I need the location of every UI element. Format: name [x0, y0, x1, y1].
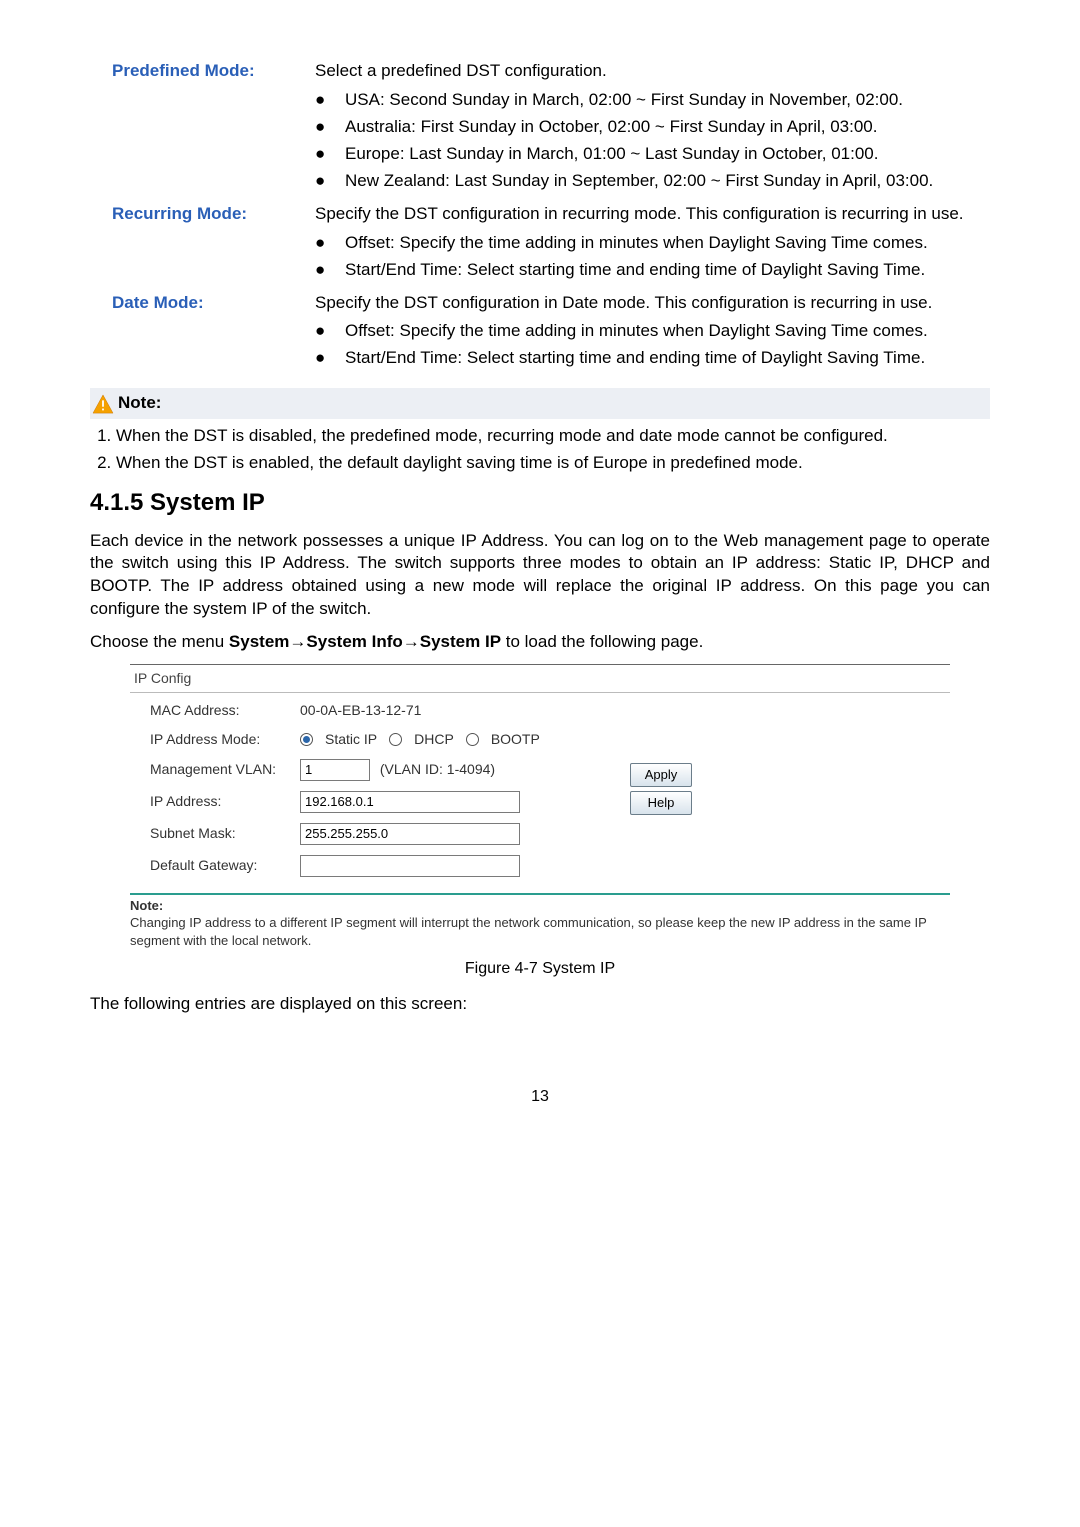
section-heading: 4.1.5 System IP — [90, 487, 990, 519]
bullet-icon: ● — [315, 89, 325, 112]
panel-title: IP Config — [130, 665, 950, 693]
note-title: Note: — [118, 392, 161, 415]
note-item: When the DST is enabled, the default day… — [116, 452, 990, 475]
list-text: New Zealand: Last Sunday in September, 0… — [345, 170, 990, 193]
vlan-field-wrap: (VLAN ID: 1-4094) — [300, 759, 600, 781]
def-term: Recurring Mode: — [90, 203, 295, 286]
gw-input[interactable] — [300, 855, 520, 877]
list-text: Offset: Specify the time adding in minut… — [345, 232, 990, 255]
definition-list: Predefined Mode: Select a predefined DST… — [90, 60, 990, 374]
def-intro: Select a predefined DST configuration. — [315, 60, 990, 83]
radio-static-ip[interactable] — [300, 733, 313, 746]
datemode-list: ● Offset: Specify the time adding in minu… — [315, 320, 990, 370]
panel-body: MAC Address: 00-0A-EB-13-12-71 IP Addres… — [130, 693, 950, 881]
def-term: Predefined Mode: — [90, 60, 295, 197]
list-item: ● Start/End Time: Select starting time an… — [315, 347, 990, 370]
note-list: When the DST is disabled, the predefined… — [90, 425, 990, 475]
def-intro: Specify the DST configuration in Date mo… — [315, 292, 990, 315]
apply-button[interactable]: Apply — [630, 763, 692, 787]
menu-sep: → — [403, 632, 420, 651]
panel-note-heading: Note: — [130, 897, 950, 915]
radio-label: DHCP — [414, 730, 454, 749]
menu-tail: to load the following page. — [501, 632, 703, 651]
radio-label: BOOTP — [491, 730, 540, 749]
list-item: ● Offset: Specify the time adding in minu… — [315, 320, 990, 343]
mask-input[interactable] — [300, 823, 520, 845]
warning-icon — [92, 394, 114, 414]
note-item: When the DST is disabled, the predefined… — [116, 425, 990, 448]
ip-config-panel: IP Config MAC Address: 00-0A-EB-13-12-71… — [130, 664, 950, 895]
gw-label: Default Gateway: — [150, 856, 300, 875]
list-item: ● New Zealand: Last Sunday in September, … — [315, 170, 990, 193]
radio-bootp[interactable] — [466, 733, 479, 746]
note-callout: Note: — [90, 388, 990, 419]
menu-seg: System — [229, 632, 289, 651]
menu-lead: Choose the menu — [90, 632, 229, 651]
bullet-icon: ● — [315, 232, 325, 255]
mac-label: MAC Address: — [150, 701, 300, 720]
mask-label: Subnet Mask: — [150, 824, 300, 843]
radio-label: Static IP — [325, 730, 377, 749]
mode-radio-group: Static IP DHCP BOOTP — [300, 730, 600, 749]
panel-buttons: Apply Help — [630, 763, 692, 815]
bullet-icon: ● — [315, 347, 325, 370]
bullet-icon: ● — [315, 116, 325, 139]
page-number: 13 — [90, 1086, 990, 1108]
bullet-icon: ● — [315, 143, 325, 166]
list-text: Australia: First Sunday in October, 02:0… — [345, 116, 990, 139]
list-item: ● Offset: Specify the time adding in minu… — [315, 232, 990, 255]
panel-note-body: Changing IP address to a different IP se… — [130, 914, 950, 949]
vlan-label: Management VLAN: — [150, 760, 300, 779]
def-intro: Specify the DST configuration in recurri… — [315, 203, 990, 226]
list-text: Offset: Specify the time adding in minut… — [345, 320, 990, 343]
list-text: Start/End Time: Select starting time and… — [345, 347, 990, 370]
def-term: Date Mode: — [90, 292, 295, 375]
list-item: ● USA: Second Sunday in March, 02:00 ~ Fi… — [315, 89, 990, 112]
list-item: ● Australia: First Sunday in October, 02:… — [315, 116, 990, 139]
def-body: Specify the DST configuration in recurri… — [315, 203, 990, 286]
menu-seg: System Info — [306, 632, 402, 651]
recurring-list: ● Offset: Specify the time adding in minu… — [315, 232, 990, 282]
ip-input[interactable] — [300, 791, 520, 813]
help-button[interactable]: Help — [630, 791, 692, 815]
menu-sep: → — [289, 632, 306, 651]
bullet-icon: ● — [315, 259, 325, 282]
figure-caption: Figure 4-7 System IP — [90, 958, 990, 980]
def-body: Select a predefined DST configuration. ●… — [315, 60, 990, 197]
def-row-predefined: Predefined Mode: Select a predefined DST… — [90, 60, 990, 197]
predefined-list: ● USA: Second Sunday in March, 02:00 ~ Fi… — [315, 89, 990, 193]
menu-path-line: Choose the menu System→System Info→Syste… — [90, 631, 990, 654]
ip-label: IP Address: — [150, 792, 300, 811]
list-item: ● Europe: Last Sunday in March, 01:00 ~ L… — [315, 143, 990, 166]
bullet-icon: ● — [315, 320, 325, 343]
def-row-datemode: Date Mode: Specify the DST configuration… — [90, 292, 990, 375]
vlan-input[interactable] — [300, 759, 370, 781]
radio-dhcp[interactable] — [389, 733, 402, 746]
entries-intro: The following entries are displayed on t… — [90, 993, 990, 1016]
mac-value: 00-0A-EB-13-12-71 — [300, 701, 600, 720]
vlan-hint: (VLAN ID: 1-4094) — [380, 761, 495, 777]
bullet-icon: ● — [315, 170, 325, 193]
mode-label: IP Address Mode: — [150, 730, 300, 749]
list-text: Europe: Last Sunday in March, 01:00 ~ La… — [345, 143, 990, 166]
def-body: Specify the DST configuration in Date mo… — [315, 292, 990, 375]
list-item: ● Start/End Time: Select starting time an… — [315, 259, 990, 282]
config-panel-figure: IP Config MAC Address: 00-0A-EB-13-12-71… — [130, 664, 950, 895]
menu-seg: System IP — [420, 632, 501, 651]
list-text: USA: Second Sunday in March, 02:00 ~ Fir… — [345, 89, 990, 112]
panel-grid: MAC Address: 00-0A-EB-13-12-71 IP Addres… — [150, 701, 600, 877]
list-text: Start/End Time: Select starting time and… — [345, 259, 990, 282]
def-row-recurring: Recurring Mode: Specify the DST configur… — [90, 203, 990, 286]
panel-note: Note: Changing IP address to a different… — [130, 897, 950, 950]
section-paragraph: Each device in the network possesses a u… — [90, 530, 990, 622]
